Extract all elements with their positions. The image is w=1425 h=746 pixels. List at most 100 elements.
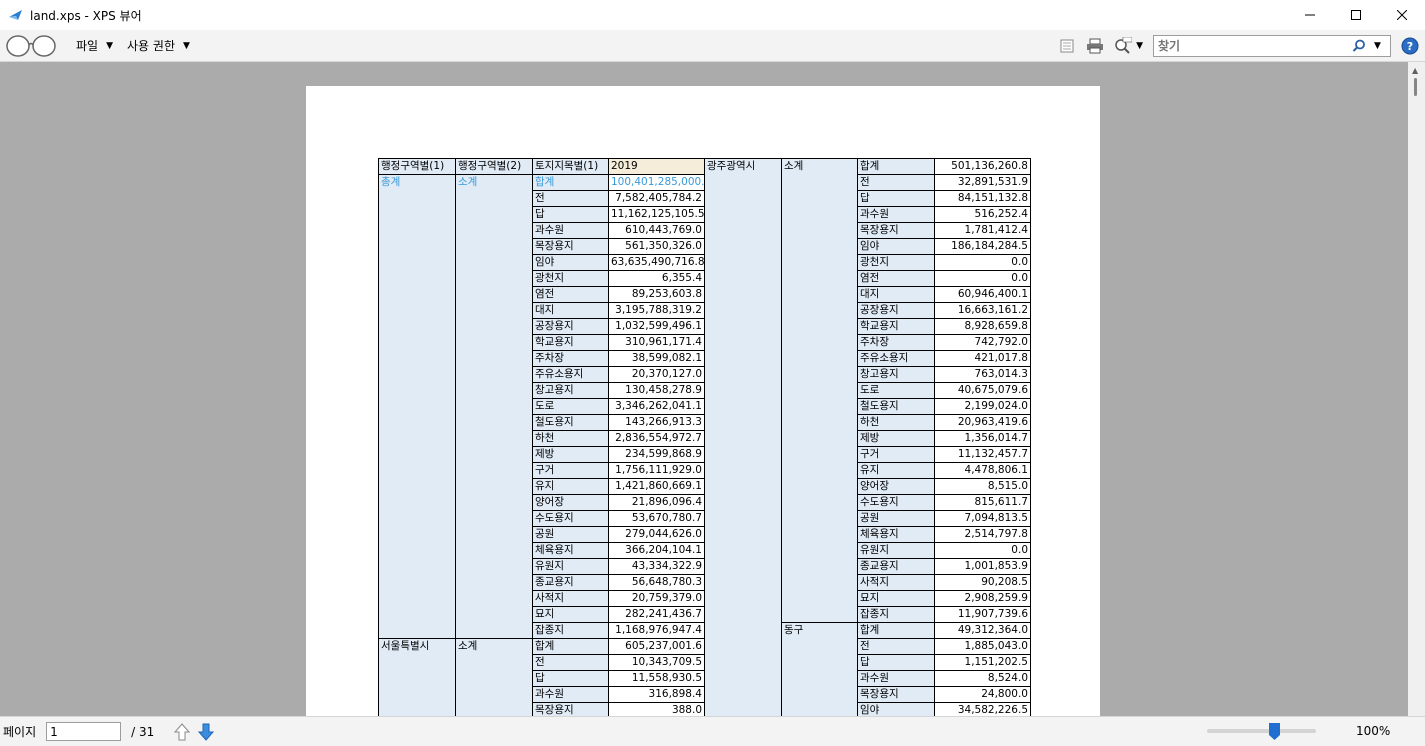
window-title: land.xps - XPS 뷰어 xyxy=(30,8,142,23)
column-header: 행정구역별(2) xyxy=(455,158,533,175)
land-category-cell: 합계 xyxy=(532,638,609,655)
search-input[interactable] xyxy=(1158,38,1348,53)
value-cell: 2,908,259.9 xyxy=(934,590,1031,607)
land-category-cell: 공장용지 xyxy=(532,318,609,335)
vertical-scrollbar[interactable]: ▲ xyxy=(1408,62,1425,716)
print-button[interactable] xyxy=(1084,35,1106,57)
land-category-cell: 전 xyxy=(532,654,609,671)
scrollbar-thumb[interactable] xyxy=(1414,78,1417,96)
value-cell: 2,836,554,972.7 xyxy=(608,430,705,447)
zoom-slider-thumb[interactable] xyxy=(1268,722,1281,741)
land-category-cell: 염전 xyxy=(532,286,609,303)
land-category-cell: 과수원 xyxy=(532,222,609,239)
land-category-cell: 공원 xyxy=(857,510,935,527)
land-category-cell: 구거 xyxy=(857,446,935,463)
value-cell: 20,963,419.6 xyxy=(934,414,1031,431)
document-viewport[interactable]: 행정구역별(1) 행정구역별(2) 토지지목별(1) 2019 총계 소계 합계 100,40… xyxy=(0,62,1425,716)
value-cell: 32,891,531.9 xyxy=(934,174,1031,191)
value-cell: 501,136,260.8 xyxy=(934,158,1031,175)
chevron-down-icon[interactable]: ▼ xyxy=(1374,41,1381,51)
permissions-menu[interactable]: 사용 권한 ▼ xyxy=(127,37,190,54)
value-cell: 34,582,226.5 xyxy=(934,702,1031,716)
value-cell: 6,355.4 xyxy=(608,270,705,287)
permissions-menu-label: 사용 권한 xyxy=(127,39,175,53)
land-category-cell: 목장용지 xyxy=(532,238,609,255)
value-cell: 186,184,284.5 xyxy=(934,238,1031,255)
land-category-cell: 광천지 xyxy=(532,270,609,287)
land-category-cell: 창고용지 xyxy=(532,382,609,399)
next-page-icon[interactable] xyxy=(198,723,215,741)
value-cell: 49,312,364.0 xyxy=(934,622,1031,639)
value-cell: 1,781,412.4 xyxy=(934,222,1031,239)
page-number-input[interactable] xyxy=(46,722,122,741)
land-category-cell: 잡종지 xyxy=(857,606,935,623)
document-icon xyxy=(1060,39,1074,52)
zoom-button[interactable] xyxy=(1112,35,1134,57)
file-menu[interactable]: 파일 ▼ xyxy=(76,37,113,54)
close-button[interactable] xyxy=(1379,0,1425,30)
land-category-cell: 체육용지 xyxy=(857,526,935,543)
land-category-cell: 종교용지 xyxy=(857,558,935,575)
page-label: 페이지 xyxy=(3,725,37,739)
value-cell: 7,582,405,784.2 xyxy=(608,190,705,207)
value-cell: 20,759,379.0 xyxy=(608,590,705,607)
land-category-cell: 목장용지 xyxy=(857,686,935,703)
value-cell: 8,524.0 xyxy=(934,670,1031,687)
column-header: 2019 xyxy=(608,158,705,175)
chevron-down-icon[interactable]: ▼ xyxy=(1136,41,1143,51)
land-category-cell: 과수원 xyxy=(857,670,935,687)
land-category-cell: 답 xyxy=(532,670,609,687)
value-cell: 56,648,780.3 xyxy=(608,574,705,591)
value-cell: 0.0 xyxy=(934,542,1031,559)
minimize-button[interactable] xyxy=(1287,0,1333,30)
land-category-cell: 합계 xyxy=(532,174,609,191)
value-cell: 53,670,780.7 xyxy=(608,510,705,527)
land-category-cell: 양어장 xyxy=(532,494,609,511)
page-view-button[interactable] xyxy=(1056,35,1078,57)
value-cell: 366,204,104.1 xyxy=(608,542,705,559)
value-cell: 16,663,161.2 xyxy=(934,302,1031,319)
land-category-cell: 잡종지 xyxy=(532,622,609,639)
value-cell: 421,017.8 xyxy=(934,350,1031,367)
previous-page-icon[interactable] xyxy=(174,722,191,741)
svg-text:?: ? xyxy=(1407,40,1413,53)
value-cell: 310,961,171.4 xyxy=(608,334,705,351)
value-cell: 4,478,806.1 xyxy=(934,462,1031,479)
zoom-level: 100% xyxy=(1356,724,1391,738)
search-box: ▼ xyxy=(1153,34,1391,57)
region-level1-cell: 서울특별시 xyxy=(378,638,456,716)
value-cell: 234,599,868.9 xyxy=(608,446,705,463)
land-category-cell: 도로 xyxy=(532,398,609,415)
land-category-cell: 유원지 xyxy=(532,558,609,575)
search-icon[interactable] xyxy=(1352,39,1366,53)
land-category-cell: 유원지 xyxy=(857,542,935,559)
land-category-cell: 대지 xyxy=(532,302,609,319)
maximize-button[interactable] xyxy=(1333,0,1379,30)
land-category-cell: 공원 xyxy=(532,526,609,543)
scroll-up-icon[interactable]: ▲ xyxy=(1412,66,1418,75)
help-icon[interactable]: ? xyxy=(1401,37,1419,55)
land-category-cell: 묘지 xyxy=(857,590,935,607)
toolbar: 파일 ▼ 사용 권한 ▼ ▼ ▼ ? xyxy=(0,30,1425,62)
land-category-cell: 전 xyxy=(857,174,935,191)
region-level2-cell: 소계 xyxy=(781,158,858,623)
value-cell: 610,443,769.0 xyxy=(608,222,705,239)
land-category-cell: 체육용지 xyxy=(532,542,609,559)
value-cell: 7,094,813.5 xyxy=(934,510,1031,527)
land-category-cell: 학교용지 xyxy=(857,318,935,335)
land-category-cell: 하천 xyxy=(532,430,609,447)
land-category-cell: 수도용지 xyxy=(532,510,609,527)
xps-glasses-icon xyxy=(6,34,56,57)
value-cell: 11,907,739.6 xyxy=(934,606,1031,623)
land-category-cell: 주차장 xyxy=(532,350,609,367)
land-category-cell: 철도용지 xyxy=(532,414,609,431)
land-category-cell: 유지 xyxy=(532,478,609,495)
land-category-cell: 공장용지 xyxy=(857,302,935,319)
value-cell: 90,208.5 xyxy=(934,574,1031,591)
title-bar: land.xps - XPS 뷰어 xyxy=(0,0,1425,30)
region-level2-cell: 소계 xyxy=(455,174,533,639)
land-category-cell: 과수원 xyxy=(857,206,935,223)
value-cell: 143,266,913.3 xyxy=(608,414,705,431)
zoom-slider[interactable] xyxy=(1207,729,1316,733)
value-cell: 742,792.0 xyxy=(934,334,1031,351)
